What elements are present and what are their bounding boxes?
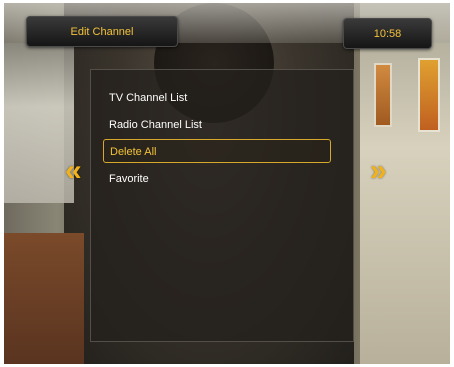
menu-item-tv-channel-list[interactable]: TV Channel List	[103, 86, 331, 110]
chevron-right-icon[interactable]: »	[370, 156, 387, 186]
clock-box: 10:58	[343, 18, 432, 49]
background-painting	[418, 58, 440, 132]
chevron-left-icon[interactable]: «	[65, 156, 82, 186]
menu-item-radio-channel-list[interactable]: Radio Channel List	[103, 113, 331, 137]
menu-item-favorite[interactable]: Favorite	[103, 167, 331, 191]
background-shelf	[4, 43, 74, 203]
menu-title-bar: Edit Channel	[26, 16, 178, 47]
background-floor	[4, 233, 84, 364]
menu-panel: TV Channel List Radio Channel List Delet…	[90, 69, 354, 342]
background-painting-small	[374, 63, 392, 127]
clock-time: 10:58	[373, 27, 402, 40]
menu-item-delete-all[interactable]: Delete All	[103, 139, 331, 163]
page-title: Edit Channel	[70, 25, 134, 38]
